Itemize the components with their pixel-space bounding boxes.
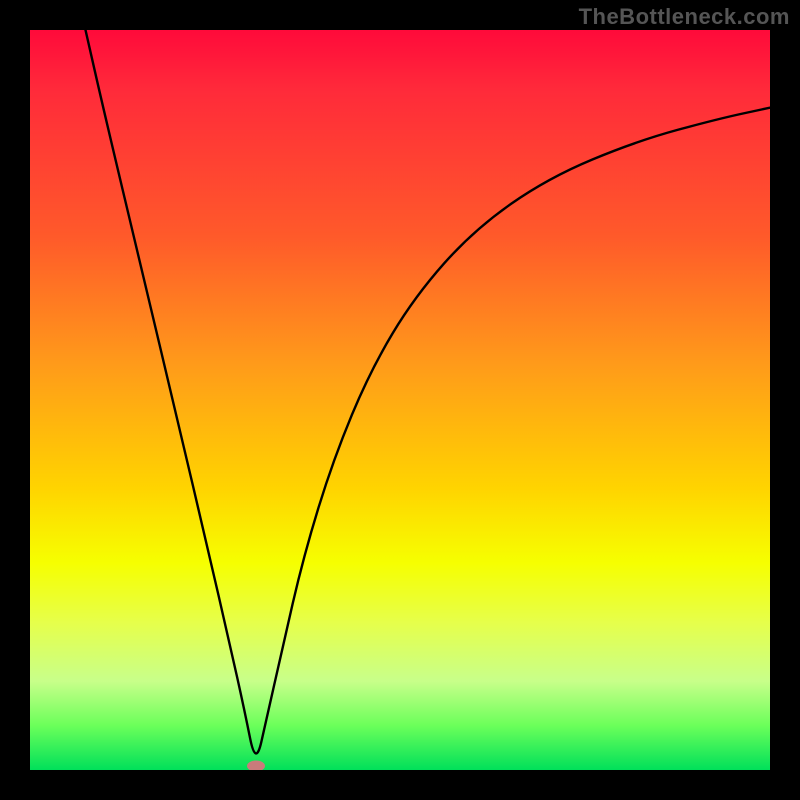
- watermark-text: TheBottleneck.com: [579, 4, 790, 30]
- chart-frame: TheBottleneck.com: [0, 0, 800, 800]
- minimum-marker: [247, 761, 265, 770]
- bottleneck-curve: [30, 30, 770, 770]
- plot-area: [30, 30, 770, 770]
